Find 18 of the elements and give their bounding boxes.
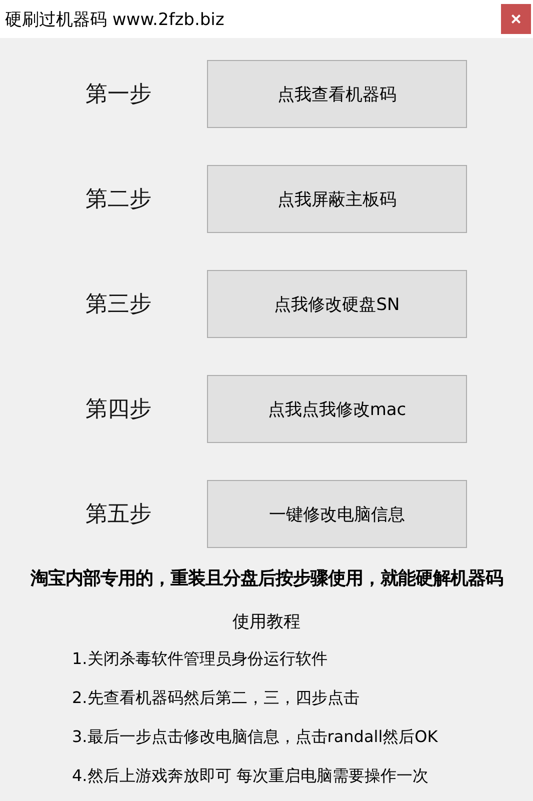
window-title: 硬刷过机器码 www.2fzb.biz: [5, 8, 224, 30]
step-label: 第一步: [84, 81, 152, 109]
step-button[interactable]: 点我修改硬盘SN: [207, 270, 467, 338]
step-button[interactable]: 点我查看机器码: [207, 60, 467, 128]
step-label: 第五步: [84, 501, 152, 529]
step-label: 第四步: [84, 396, 152, 424]
notice-text: 淘宝内部专用的，重装且分盘后按步骤使用，就能硬解机器码: [29, 567, 504, 590]
tutorial-step: 1.关闭杀毒软件管理员身份运行软件: [72, 649, 533, 670]
tutorial-step: 2.先查看机器码然后第二，三，四步点击: [72, 688, 533, 709]
step-button[interactable]: 点我点我修改mac: [207, 375, 467, 443]
step-label: 第二步: [84, 186, 152, 214]
close-button[interactable]: ×: [501, 4, 531, 34]
tutorial-title: 使用教程: [232, 611, 302, 633]
step-button[interactable]: 一键修改电脑信息: [207, 480, 467, 548]
tutorial-step: 4.然后上游戏奔放即可 每次重启电脑需要操作一次: [72, 766, 533, 787]
step-button[interactable]: 点我屏蔽主板码: [207, 165, 467, 233]
tutorial-step: 3.最后一步点击修改电脑信息，点击randall然后OK: [72, 727, 533, 748]
step-label: 第三步: [84, 291, 152, 319]
